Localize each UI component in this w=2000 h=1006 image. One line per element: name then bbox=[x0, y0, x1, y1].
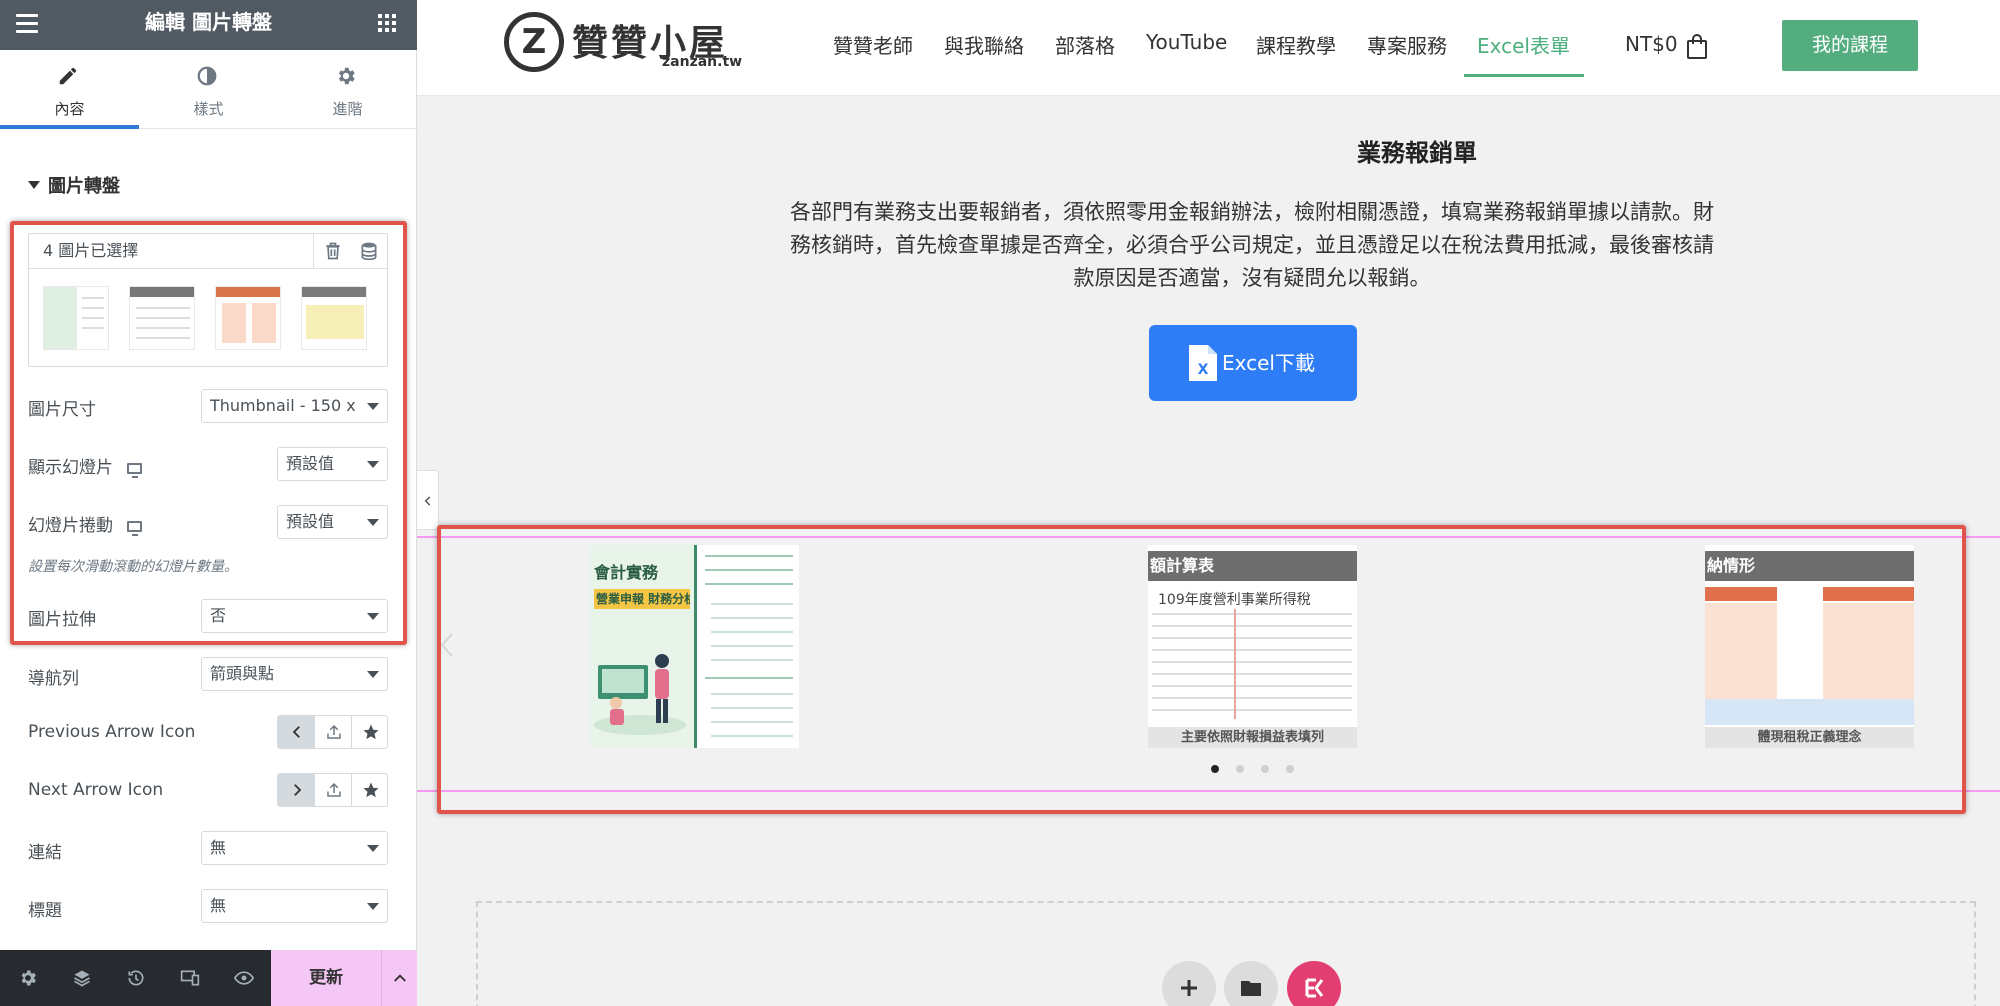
caret-down-icon bbox=[28, 181, 40, 189]
icon-option-upload[interactable] bbox=[315, 774, 352, 806]
chevron-down-icon bbox=[367, 671, 379, 678]
folder-icon bbox=[1241, 981, 1261, 996]
plus-icon bbox=[1181, 980, 1197, 996]
excel-download-label: Excel下載 bbox=[1222, 351, 1315, 375]
chevron-left-icon bbox=[424, 496, 431, 506]
prev-arrow-icon-picker bbox=[277, 715, 388, 749]
cart-total[interactable]: NT$0 bbox=[1625, 32, 1678, 56]
navigation-select[interactable]: 箭頭與點 bbox=[201, 657, 388, 691]
add-template-button[interactable] bbox=[1224, 961, 1278, 1006]
responsive-icon bbox=[180, 970, 200, 986]
nav-excel-forms[interactable]: Excel表單 bbox=[1477, 30, 1570, 59]
chevron-up-icon bbox=[394, 974, 406, 982]
pencil-icon bbox=[59, 67, 77, 85]
preview-button[interactable] bbox=[218, 950, 270, 1006]
nav-teacher[interactable]: 贊贊老師 bbox=[833, 30, 913, 59]
upload-icon bbox=[327, 782, 341, 797]
star-icon bbox=[363, 782, 379, 798]
nav-blog[interactable]: 部落格 bbox=[1055, 30, 1115, 59]
link-value: 無 bbox=[210, 838, 227, 857]
upload-icon bbox=[327, 724, 341, 739]
panel-tabs: 內容 樣式 進階 bbox=[0, 50, 417, 129]
next-arrow-icon-picker bbox=[277, 773, 388, 807]
section-title-text: 圖片轉盤 bbox=[48, 176, 120, 197]
active-nav-underline bbox=[1464, 74, 1584, 77]
link-select[interactable]: 無 bbox=[201, 831, 388, 865]
tab-advanced-label: 進階 bbox=[332, 100, 363, 118]
navigator-button[interactable] bbox=[56, 950, 108, 1006]
chevron-left-icon bbox=[292, 726, 300, 738]
next-arrow-icon-label: Next Arrow Icon bbox=[28, 780, 164, 800]
chevron-down-icon bbox=[367, 903, 379, 910]
tab-style[interactable]: 樣式 bbox=[139, 50, 278, 129]
chevron-right-icon bbox=[294, 784, 302, 796]
page-description: 各部門有業務支出要報銷者，須依照零用金報銷辦法，檢附相關憑證，填寫業務報銷單據以… bbox=[790, 200, 1714, 290]
shopping-bag-icon[interactable] bbox=[1686, 32, 1708, 60]
menu-icon[interactable] bbox=[16, 14, 40, 36]
logo-mark-letter: Z bbox=[521, 22, 547, 62]
caption-label: 標題 bbox=[28, 901, 62, 921]
nav-contact[interactable]: 與我聯絡 bbox=[944, 30, 1024, 59]
chevron-down-icon bbox=[367, 845, 379, 852]
update-options-button[interactable] bbox=[381, 950, 417, 1006]
my-courses-button[interactable]: 我的課程 bbox=[1782, 20, 1918, 71]
layers-icon bbox=[74, 970, 90, 987]
eye-icon bbox=[234, 971, 254, 985]
nav-youtube[interactable]: YouTube bbox=[1146, 30, 1227, 54]
svg-text:X: X bbox=[1198, 362, 1209, 378]
link-label: 連結 bbox=[28, 843, 62, 863]
tab-content[interactable]: 內容 bbox=[0, 50, 139, 129]
highlight-box bbox=[10, 221, 407, 645]
widgets-grid-icon[interactable] bbox=[378, 14, 398, 34]
gear-icon bbox=[21, 970, 36, 986]
icon-option-library[interactable] bbox=[352, 774, 387, 806]
nav-courses[interactable]: 課程教學 bbox=[1256, 30, 1336, 59]
add-section-button[interactable] bbox=[1162, 961, 1216, 1006]
caption-select[interactable]: 無 bbox=[201, 889, 388, 923]
excel-file-icon: X bbox=[1189, 345, 1217, 381]
history-button[interactable] bbox=[110, 950, 162, 1006]
icon-option-upload[interactable] bbox=[315, 716, 352, 748]
navigation-label: 導航列 bbox=[28, 669, 79, 689]
editor-panel: 編輯 圖片轉盤 內容 樣式 進階 圖片轉盤 4 圖片已選擇 圖片尺寸 Thumb… bbox=[0, 0, 417, 1006]
tab-advanced[interactable]: 進階 bbox=[278, 50, 417, 129]
panel-header: 編輯 圖片轉盤 bbox=[0, 0, 417, 50]
icon-option-chevron-right[interactable] bbox=[278, 774, 315, 806]
collapse-panel-toggle[interactable] bbox=[417, 470, 439, 530]
elementskit-button[interactable] bbox=[1287, 961, 1341, 1006]
responsive-mode-button[interactable] bbox=[164, 950, 216, 1006]
elementskit-logo-icon bbox=[1305, 978, 1324, 998]
icon-option-library[interactable] bbox=[352, 716, 387, 748]
page-heading: 業務報銷單 bbox=[1357, 139, 1477, 167]
tab-style-label: 樣式 bbox=[193, 100, 224, 118]
history-icon bbox=[128, 970, 144, 986]
highlight-box bbox=[437, 525, 1966, 814]
navigation-value: 箭頭與點 bbox=[210, 664, 275, 683]
settings-button[interactable] bbox=[2, 950, 54, 1006]
caption-value: 無 bbox=[210, 896, 227, 915]
panel-title: 編輯 圖片轉盤 bbox=[145, 10, 272, 34]
section-toggle-image-carousel[interactable]: 圖片轉盤 bbox=[28, 172, 120, 198]
logo-domain: zanzan.tw bbox=[662, 54, 743, 70]
site-logo[interactable]: Z 贊贊小屋 zanzan.tw bbox=[504, 12, 742, 74]
logo-mark: Z bbox=[504, 12, 564, 72]
icon-option-chevron-left[interactable] bbox=[278, 716, 315, 748]
half-circle-icon bbox=[197, 66, 217, 86]
tab-content-label: 內容 bbox=[54, 100, 85, 118]
gear-icon bbox=[338, 67, 355, 85]
update-button[interactable]: 更新 bbox=[271, 950, 381, 1006]
prev-arrow-icon-label: Previous Arrow Icon bbox=[28, 722, 196, 742]
excel-download-button[interactable]: X Excel下載 bbox=[1149, 325, 1357, 401]
star-icon bbox=[363, 724, 379, 740]
nav-services[interactable]: 專案服務 bbox=[1367, 30, 1447, 59]
